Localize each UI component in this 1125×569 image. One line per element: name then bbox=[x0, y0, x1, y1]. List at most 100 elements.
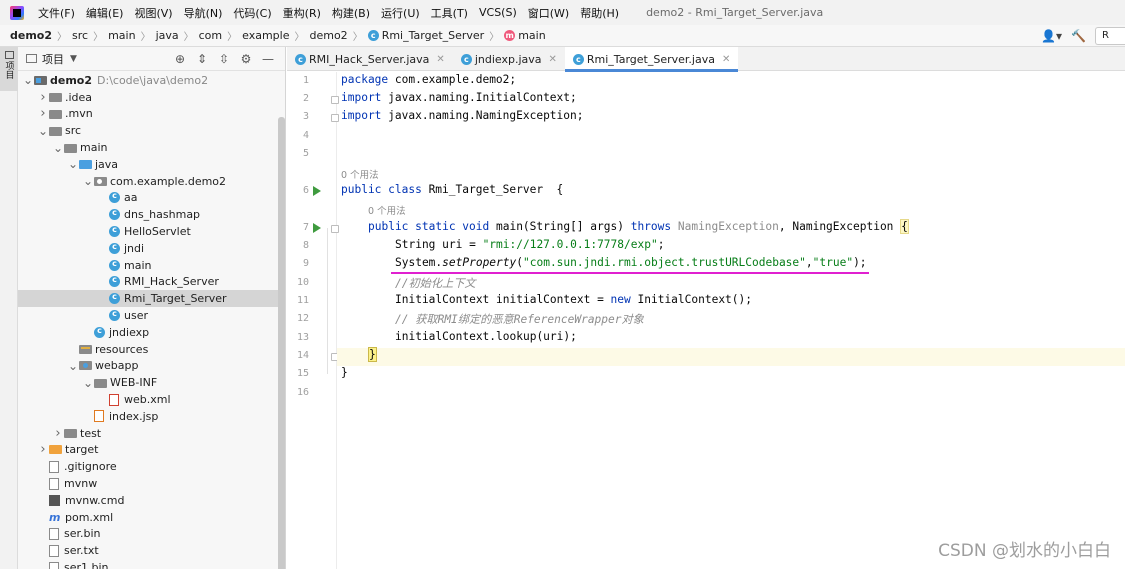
close-icon[interactable]: ✕ bbox=[722, 54, 730, 65]
chevron-down-icon[interactable]: ⌄ bbox=[37, 125, 49, 137]
tab-rmi-hack-server[interactable]: c RMI_Hack_Server.java ✕ bbox=[287, 47, 453, 71]
tree-item[interactable]: · HelloServlet bbox=[18, 223, 278, 240]
menu-help[interactable]: 帮助(H) bbox=[580, 5, 619, 21]
tree-item[interactable]: · dns_hashmap bbox=[18, 206, 278, 223]
fold-icon[interactable] bbox=[331, 225, 339, 233]
tree-item[interactable]: · .gitignore bbox=[18, 458, 278, 475]
usage-hint[interactable]: 0 个用法 bbox=[368, 203, 406, 217]
spacer: · bbox=[97, 244, 109, 253]
project-tool-window-button[interactable]: 项目 bbox=[0, 47, 18, 91]
chevron-down-icon[interactable]: ⌄ bbox=[67, 360, 79, 372]
code-editor[interactable]: 1 2 3 4 5 6 7 8 9 10 11 12 13 14 15 16 p… bbox=[287, 72, 1125, 569]
breadcrumb-project[interactable]: demo2 bbox=[10, 29, 52, 42]
user-account-icon[interactable]: 👤▾ bbox=[1041, 29, 1063, 43]
run-configuration-select[interactable]: R bbox=[1095, 27, 1125, 45]
chevron-down-icon[interactable]: ⌄ bbox=[52, 142, 64, 154]
tree-item[interactable]: · user bbox=[18, 307, 278, 324]
menu-code[interactable]: 代码(C) bbox=[233, 5, 271, 21]
tree-item[interactable]: ⌄ demo2 D:\code\java\demo2 bbox=[18, 72, 278, 89]
tree-item[interactable]: · main bbox=[18, 257, 278, 274]
tree-item[interactable]: ⌄ com.example.demo2 bbox=[18, 173, 278, 190]
breadcrumb-method[interactable]: m main bbox=[504, 29, 546, 42]
chevron-right-icon[interactable]: › bbox=[37, 90, 49, 105]
tree-item[interactable]: · ser.bin bbox=[18, 526, 278, 543]
chevron-right-icon[interactable]: › bbox=[37, 106, 49, 121]
breadcrumb-example[interactable]: example bbox=[242, 29, 289, 42]
chevron-down-icon[interactable]: ▼ bbox=[70, 54, 77, 64]
tree-item[interactable]: · mvnw bbox=[18, 475, 278, 492]
tab-rmi-target-server[interactable]: c Rmi_Target_Server.java ✕ bbox=[564, 47, 739, 72]
menu-tools[interactable]: 工具(T) bbox=[431, 5, 468, 21]
tree-item[interactable]: · index.jsp bbox=[18, 408, 278, 425]
chevron-down-icon[interactable]: ⌄ bbox=[67, 158, 79, 170]
tree-item[interactable]: › .idea bbox=[18, 89, 278, 106]
tree-item[interactable]: · mvnw.cmd bbox=[18, 492, 278, 509]
intellij-logo-icon[interactable] bbox=[10, 5, 24, 20]
menu-build[interactable]: 构建(B) bbox=[332, 5, 370, 21]
chevron-right-icon[interactable]: › bbox=[37, 442, 49, 457]
breadcrumb-java[interactable]: java bbox=[156, 29, 179, 42]
javacls-icon bbox=[109, 275, 120, 288]
breadcrumb-main[interactable]: main bbox=[108, 29, 135, 42]
tree-item[interactable]: ⌄ java bbox=[18, 156, 278, 173]
jsp-icon bbox=[94, 410, 104, 423]
spacer: · bbox=[37, 546, 49, 555]
breadcrumb-class[interactable]: c Rmi_Target_Server bbox=[367, 29, 484, 42]
close-icon[interactable]: ✕ bbox=[549, 54, 557, 65]
menu-edit[interactable]: 编辑(E) bbox=[86, 5, 124, 21]
tree-item[interactable]: ⌄ webapp bbox=[18, 358, 278, 375]
cmd-icon bbox=[49, 494, 60, 506]
tree-item[interactable]: · jndiexp bbox=[18, 324, 278, 341]
tree-item[interactable]: › .mvn bbox=[18, 106, 278, 123]
chevron-right-icon[interactable]: › bbox=[52, 426, 64, 441]
tree-item[interactable]: ⌄ WEB-INF bbox=[18, 374, 278, 391]
build-hammer-icon[interactable]: 🔨 bbox=[1071, 29, 1089, 43]
menu-navigate[interactable]: 导航(N) bbox=[184, 5, 223, 21]
tree-item[interactable]: › target bbox=[18, 442, 278, 459]
locate-file-icon[interactable]: ⊕ bbox=[169, 50, 191, 68]
breadcrumb-com[interactable]: com bbox=[199, 29, 223, 42]
menu-vcs[interactable]: VCS(S) bbox=[479, 6, 517, 19]
run-main-icon[interactable] bbox=[313, 223, 321, 233]
tree-item[interactable]: · jndi bbox=[18, 240, 278, 257]
tree-item[interactable]: · resources bbox=[18, 341, 278, 358]
chevron-down-icon[interactable]: ⌄ bbox=[22, 74, 34, 86]
fold-icon[interactable] bbox=[331, 114, 339, 122]
tree-item[interactable]: ⌄ main bbox=[18, 139, 278, 156]
tree-item-label: com.example.demo2 bbox=[110, 174, 227, 188]
tree-item[interactable]: › test bbox=[18, 425, 278, 442]
hide-panel-icon[interactable]: — bbox=[257, 50, 279, 68]
menu-file[interactable]: 文件(F) bbox=[38, 5, 75, 21]
tab-jndiexp[interactable]: c jndiexp.java ✕ bbox=[453, 47, 565, 71]
fold-icon[interactable] bbox=[331, 96, 339, 104]
tree-item[interactable]: · RMI_Hack_Server bbox=[18, 274, 278, 291]
close-icon[interactable]: ✕ bbox=[436, 54, 444, 65]
tree-item[interactable]: · aa bbox=[18, 190, 278, 207]
tree-item[interactable]: ⌄ src bbox=[18, 122, 278, 139]
breadcrumb-src[interactable]: src bbox=[72, 29, 88, 42]
folder-res-icon bbox=[79, 344, 92, 354]
breadcrumb-demo2[interactable]: demo2 bbox=[309, 29, 347, 42]
collapse-all-icon[interactable]: ⇳ bbox=[213, 50, 235, 68]
tree-item-label: test bbox=[80, 426, 102, 440]
project-panel-title[interactable]: 项目 bbox=[42, 51, 64, 67]
menu-view[interactable]: 视图(V) bbox=[134, 5, 172, 21]
tree-item[interactable]: · web.xml bbox=[18, 391, 278, 408]
usage-hint[interactable]: 0 个用法 bbox=[341, 167, 379, 181]
menu-refactor[interactable]: 重构(R) bbox=[283, 5, 321, 21]
tree-item[interactable]: · ser.txt bbox=[18, 542, 278, 559]
chevron-down-icon[interactable]: ⌄ bbox=[82, 377, 94, 389]
tree-item[interactable]: ·m pom.xml bbox=[18, 509, 278, 526]
gear-icon[interactable]: ⚙ bbox=[235, 50, 257, 68]
tree-item[interactable]: · Rmi_Target_Server bbox=[18, 290, 278, 308]
javacls-icon bbox=[109, 191, 120, 204]
tree-item[interactable]: · ser1.bin bbox=[18, 559, 278, 569]
run-class-icon[interactable] bbox=[313, 186, 321, 196]
javacls-icon bbox=[109, 242, 120, 254]
chevron-down-icon[interactable]: ⌄ bbox=[82, 175, 94, 187]
menu-run[interactable]: 运行(U) bbox=[381, 5, 420, 21]
expand-all-icon[interactable]: ⇕ bbox=[191, 50, 213, 68]
code-area[interactable]: package com.example.demo2; import javax.… bbox=[327, 72, 1125, 569]
menu-window[interactable]: 窗口(W) bbox=[528, 5, 569, 21]
project-scrollbar[interactable] bbox=[278, 117, 285, 569]
